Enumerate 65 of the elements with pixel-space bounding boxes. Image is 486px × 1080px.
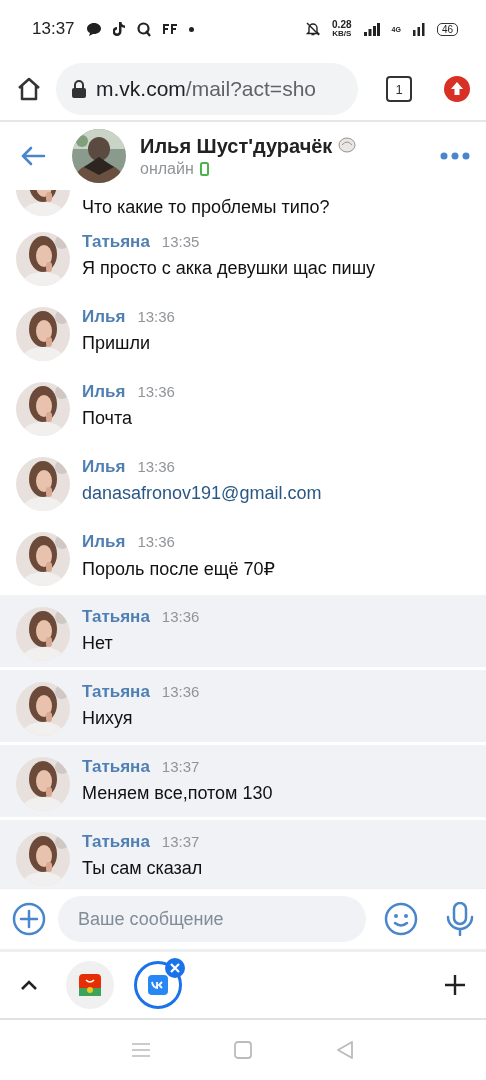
message-time: 13:37 — [161, 833, 200, 850]
speed-value: 0.28 — [332, 20, 352, 30]
message-time: 13:37 — [161, 758, 200, 775]
message-time: 13:36 — [137, 533, 175, 550]
message-text: Пороль после ещё 70₽ — [82, 558, 276, 580]
back-button[interactable] — [20, 146, 46, 166]
attach-button[interactable] — [12, 902, 46, 936]
message-time: 13:36 — [161, 683, 200, 700]
close-icon[interactable] — [165, 958, 185, 978]
online-status: онлайн — [140, 159, 194, 178]
new-tab-button[interactable] — [444, 974, 466, 996]
message-text: Что какие то проблемы типо? — [82, 197, 330, 218]
microphone-button[interactable] — [446, 902, 474, 936]
signal-icon — [363, 22, 380, 36]
author-name[interactable]: Илья — [82, 532, 126, 552]
app-icon — [162, 24, 177, 34]
address-bar[interactable]: m.vk.com/mail?act=sho — [56, 63, 358, 115]
lock-icon — [72, 80, 86, 98]
search-icon — [136, 21, 151, 37]
author-name[interactable]: Татьяна — [82, 757, 150, 777]
message-text: Нет — [82, 633, 114, 654]
signal-icon — [412, 22, 425, 36]
url-text: m.vk.com/mail?act=sho — [96, 77, 316, 101]
update-button[interactable] — [444, 76, 470, 102]
message-text: Пришли — [82, 333, 151, 354]
author-name[interactable]: Илья — [82, 457, 126, 477]
browser-tab[interactable] — [66, 961, 114, 1009]
author-name[interactable]: Татьяна — [82, 607, 150, 627]
battery-level: 46 — [436, 22, 458, 36]
author-name[interactable]: Илья — [82, 307, 126, 327]
emoji-button[interactable] — [384, 902, 418, 936]
status-time: 13:37 — [32, 19, 75, 39]
expand-button[interactable] — [20, 979, 38, 991]
message-text: Почта — [82, 408, 133, 429]
message-text: Я просто с акка девушки щас пишу — [82, 258, 376, 279]
home-button[interactable] — [16, 76, 42, 102]
back-button[interactable] — [336, 1040, 354, 1060]
dot-icon — [188, 26, 194, 32]
music-note-icon — [112, 22, 125, 36]
author-name[interactable]: Татьяна — [82, 682, 150, 702]
app-icon — [79, 974, 101, 996]
bell-off-icon — [306, 22, 321, 36]
more-button[interactable] — [440, 152, 470, 160]
author-name[interactable]: Татьяна — [82, 232, 150, 252]
chat-bubble-icon — [86, 22, 101, 36]
tab-count-button[interactable]: 1 — [386, 76, 412, 102]
message-time: 13:36 — [137, 308, 175, 325]
message-text: Нихуя — [82, 708, 134, 729]
author-name[interactable]: Татьяна — [82, 832, 150, 852]
author-name[interactable]: Илья — [82, 382, 126, 402]
message-time: 13:36 — [161, 608, 200, 625]
message-input[interactable]: Ваше сообщение — [76, 907, 348, 931]
app-icon — [148, 975, 168, 995]
message-text: Ты сам сказал — [82, 858, 203, 879]
email-link[interactable]: danasafronov191@gmail.com — [82, 483, 322, 504]
browser-tab[interactable] — [134, 961, 182, 1009]
shell-icon — [338, 136, 357, 153]
contact-name: Илья Шуст'дурачёк — [140, 134, 426, 158]
message-time: 13:36 — [137, 458, 175, 475]
speed-unit: KB/S — [332, 30, 352, 38]
message-field[interactable]: Ваше сообщение — [58, 896, 366, 942]
phone-icon — [199, 161, 209, 176]
message-text: Меняем все,потом 130 — [82, 783, 273, 804]
message-time: 13:36 — [137, 383, 175, 400]
message-time: 13:35 — [161, 233, 200, 250]
